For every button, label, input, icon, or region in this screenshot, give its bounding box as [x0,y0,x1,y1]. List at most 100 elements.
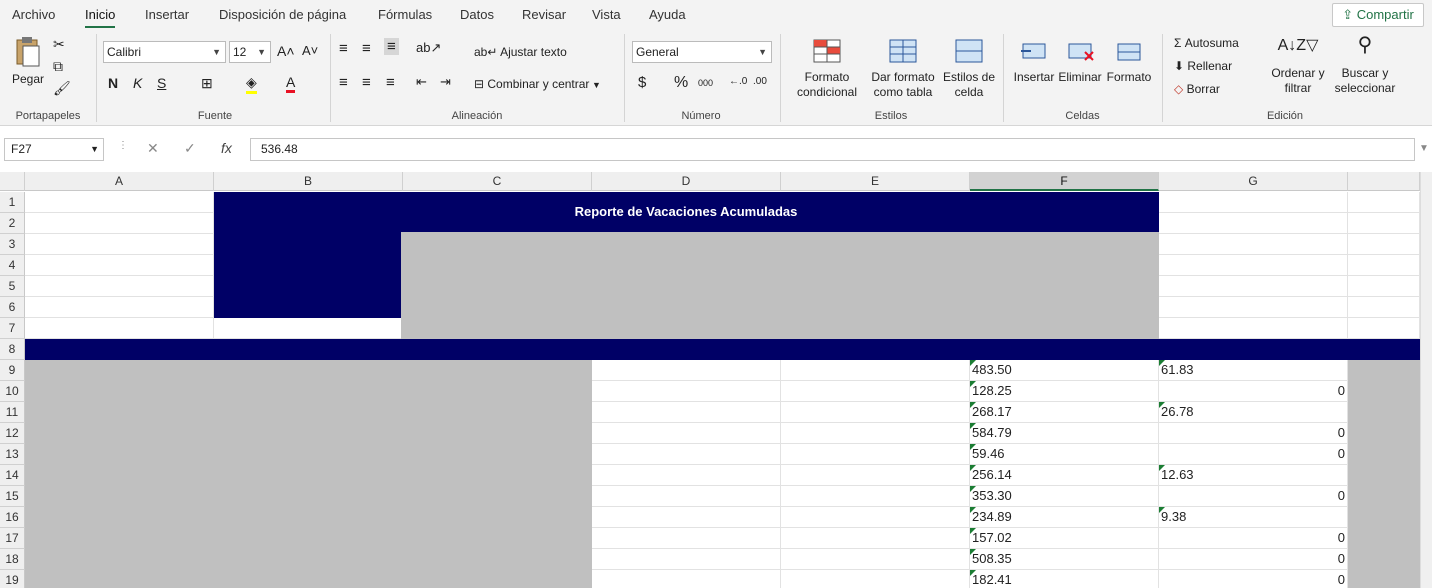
row-header[interactable]: 16 [0,507,25,528]
cell-dias-normales[interactable] [592,549,781,570]
cell-dias-adicionales[interactable] [781,423,970,444]
table-header-cell[interactable] [781,339,970,360]
tab-ayuda[interactable]: Ayuda [649,7,686,22]
cell[interactable] [1159,234,1348,255]
row-header[interactable]: 10 [0,381,25,402]
cell[interactable] [25,234,214,255]
number-format-combo[interactable]: General ▼ [632,41,772,63]
percent-button[interactable]: % [674,74,688,92]
cell[interactable] [1159,192,1348,213]
cell-dias-adicionales[interactable] [781,465,970,486]
report-title[interactable]: Reporte de Vacaciones Acumuladas [214,202,1159,223]
cell-dias-adicionales[interactable] [781,381,970,402]
enter-icon[interactable]: ✓ [184,140,196,157]
cell-dias-adicionales[interactable] [781,570,970,588]
cell[interactable] [1159,297,1348,318]
cell-provision-adicionales[interactable]: 0 [1159,549,1348,570]
delete-cells-button[interactable]: Eliminar [1058,38,1102,85]
table-header-cell[interactable] [403,339,592,360]
table-header-cell[interactable] [1348,339,1420,360]
increase-indent-icon[interactable]: ⇥ [440,74,451,90]
cell-provision-normales[interactable]: 353.30 [970,486,1159,507]
formula-input[interactable]: 536.48 [250,138,1415,161]
cell-provision-adicionales[interactable]: 61.83 [1159,360,1348,381]
column-header[interactable]: G [1159,172,1348,191]
row-header[interactable]: 18 [0,549,25,570]
grow-font-icon[interactable]: A˄ [277,43,295,59]
align-center-icon[interactable]: ≡ [362,74,371,91]
cut-icon[interactable]: ✂ [53,36,65,53]
tab-vista[interactable]: Vista [592,7,621,22]
clear-button[interactable]: ◇ Borrar [1174,82,1220,96]
cell[interactable] [1348,276,1420,297]
align-bottom-icon[interactable]: ≡ [384,38,399,55]
tab-revisar[interactable]: Revisar [522,7,566,22]
cell-provision-adicionales[interactable]: 0 [1159,486,1348,507]
cell-provision-adicionales[interactable]: 0 [1159,381,1348,402]
row-header[interactable]: 5 [0,276,25,297]
cell-dias-normales[interactable] [592,381,781,402]
column-header[interactable]: E [781,172,970,191]
cell-dias-normales[interactable] [592,486,781,507]
vertical-scrollbar[interactable] [1420,172,1432,588]
cell-dias-normales[interactable] [592,444,781,465]
merge-center-button[interactable]: ⊟ Combinar y centrar ▼ [474,77,601,91]
table-header-cell[interactable] [25,339,214,360]
font-size-combo[interactable]: 12 ▼ [229,41,271,63]
cell-dias-normales[interactable] [592,507,781,528]
cell-dias-normales[interactable] [592,423,781,444]
cell-dias-normales[interactable] [592,402,781,423]
cell-provision-normales[interactable]: 234.89 [970,507,1159,528]
font-color-icon[interactable]: A [286,74,296,93]
column-header[interactable]: B [214,172,403,191]
cell-provision-adicionales[interactable]: 0 [1159,528,1348,549]
function-icon[interactable]: fx [221,140,232,156]
underline-button[interactable]: S [157,75,166,91]
paste-button[interactable]: Pegar [10,36,46,87]
cell-provision-normales[interactable]: 182.41 [970,570,1159,588]
align-middle-icon[interactable]: ≡ [362,40,371,57]
department-area[interactable] [1348,360,1420,588]
row-header[interactable]: 3 [0,234,25,255]
cell[interactable] [1348,234,1420,255]
report-info-box[interactable] [401,232,1159,341]
row-header[interactable]: 19 [0,570,25,588]
cell-provision-normales[interactable]: 59.46 [970,444,1159,465]
decrease-decimal-icon[interactable]: .00 [753,76,767,87]
currency-button[interactable]: $ [638,74,646,91]
column-header[interactable]: D [592,172,781,191]
fill-button[interactable]: ⬇ Rellenar [1174,59,1232,73]
format-as-table-button[interactable]: Dar formato como tabla [866,38,940,100]
cell-dias-adicionales[interactable] [781,486,970,507]
cell-provision-normales[interactable]: 483.50 [970,360,1159,381]
tab-formulas[interactable]: Fórmulas [378,7,432,22]
cell-dias-adicionales[interactable] [781,528,970,549]
cell-provision-adicionales[interactable]: 0 [1159,444,1348,465]
wrap-text-button[interactable]: ab↵ Ajustar texto [474,45,567,59]
cell[interactable] [25,297,214,318]
share-button[interactable]: ⇪ Compartir [1332,3,1424,27]
cell-provision-normales[interactable]: 268.17 [970,402,1159,423]
row-header[interactable]: 12 [0,423,25,444]
cell-provision-normales[interactable]: 584.79 [970,423,1159,444]
bold-button[interactable]: N [108,75,118,91]
column-header[interactable] [1348,172,1420,191]
spreadsheet-grid[interactable]: A B C D E F G 1 2 3 4 5 6 7 8 9 10 11 12 13 14 15 16 17 18 19 Repo… [0,172,1432,588]
format-cells-button[interactable]: Formato [1104,38,1154,85]
cell-dias-adicionales[interactable] [781,402,970,423]
tab-archivo[interactable]: Archivo [12,7,55,22]
cell[interactable] [1159,255,1348,276]
row-header[interactable]: 6 [0,297,25,318]
cell-styles-button[interactable]: Estilos de celda [940,38,998,100]
row-header[interactable]: 17 [0,528,25,549]
row-header[interactable]: 9 [0,360,25,381]
row-header[interactable]: 13 [0,444,25,465]
row-header[interactable]: 8 [0,339,25,360]
increase-decimal-icon[interactable]: ←.0 [729,76,747,87]
row-header[interactable]: 4 [0,255,25,276]
row-header[interactable]: 2 [0,213,25,234]
orientation-icon[interactable]: ab↗ [416,40,441,56]
employee-info-area[interactable] [25,360,592,588]
cell[interactable] [1348,297,1420,318]
cell-dias-adicionales[interactable] [781,507,970,528]
